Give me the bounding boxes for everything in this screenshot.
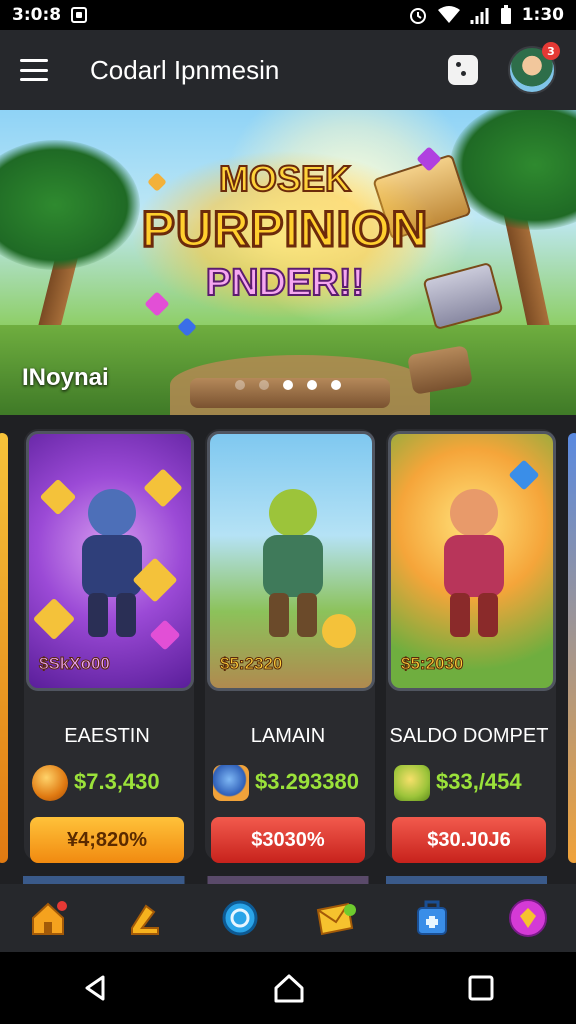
wifi-icon [437, 6, 460, 23]
next-card-edge[interactable] [568, 433, 576, 863]
carousel-dot[interactable] [235, 380, 245, 390]
character-illustration [74, 489, 150, 639]
card-artwork: $5:2030 [388, 431, 556, 691]
card-title: EAESTIN [64, 725, 150, 747]
notification-badge: 3 [542, 42, 560, 60]
game-card[interactable]: $5:2320 LAMAIN $3.293380 $3030% [205, 429, 375, 863]
card-art-price: $SkXo00 [39, 654, 111, 674]
carousel-dot[interactable] [259, 380, 269, 390]
banner-label: INoynai [22, 364, 109, 391]
card-amount: $3.293380 [255, 769, 359, 794]
banner-title-line3: PNDER!! [205, 261, 365, 305]
wallet-icon [394, 765, 430, 801]
game-card[interactable]: $SkXo00 EAESTIN $7.3,430 ¥4;820% [24, 429, 194, 863]
store-icon[interactable] [410, 896, 454, 940]
recents-icon[interactable] [467, 974, 495, 1002]
card-title: LAMAIN [250, 725, 326, 747]
system-navigation-bar [0, 952, 576, 1024]
status-bar: 3:0:8 1:30 [0, 0, 576, 30]
gem-icon [149, 619, 181, 651]
game-card-list: $SkXo00 EAESTIN $7.3,430 ¥4;820% $5:2320… [0, 415, 576, 885]
card-artwork: $5:2320 [207, 431, 375, 691]
home-button-icon[interactable] [272, 972, 306, 1004]
game-card[interactable]: $5:2030 SALDO DOMPET $33,/454 $30.J0J6 [386, 429, 556, 863]
app-title: Codarl Ipnmesin [90, 54, 280, 85]
card-action-button[interactable]: $3030% [211, 817, 365, 863]
compass-icon[interactable] [218, 896, 262, 940]
app-bar: Codarl Ipnmesin 3 [0, 30, 576, 110]
status-time: 3:0:8 [12, 5, 62, 25]
bag-icon[interactable] [448, 55, 478, 85]
banner-title-line1: MOSEK [218, 157, 352, 200]
mail-icon[interactable] [314, 896, 358, 940]
notification-icon [71, 7, 88, 23]
promo-banner[interactable]: MOSEK PURPINION PNDER!! INoynai [0, 110, 576, 415]
menu-icon[interactable] [20, 59, 48, 81]
carousel-dot[interactable] [331, 380, 341, 390]
home-icon[interactable] [26, 896, 70, 940]
puzzle-block-icon [32, 597, 76, 641]
card-artwork: $SkXo00 [26, 431, 194, 691]
card-amount: $33,/454 [436, 769, 522, 794]
alarm-icon [409, 8, 426, 24]
carousel-indicator [235, 380, 341, 390]
battery-icon [500, 5, 511, 24]
card-action-button[interactable]: ¥4;820% [30, 817, 184, 863]
signal-icon [470, 8, 489, 24]
bottom-navigation [0, 884, 576, 952]
card-art-price: $5:2030 [400, 654, 464, 674]
card-title: SALDO DOMPET [389, 725, 549, 747]
banner-title: MOSEK PURPINION PNDER!! [130, 150, 440, 320]
character-illustration [436, 489, 512, 639]
trophy-icon[interactable] [122, 896, 166, 940]
character-illustration [255, 489, 331, 639]
palm-leaves-left [0, 140, 140, 270]
card-art-price: $5:2320 [219, 654, 283, 674]
gem-icon[interactable] [506, 896, 550, 940]
gem-icon [508, 459, 540, 491]
back-icon[interactable] [81, 973, 111, 1003]
coin-icon [32, 765, 68, 801]
banner-title-line2: PURPINION [140, 200, 429, 259]
puzzle-block-icon [39, 478, 77, 516]
card-action-button[interactable]: $30.J0J6 [392, 817, 546, 863]
carousel-dot-active[interactable] [283, 380, 293, 390]
previous-card-edge[interactable] [0, 433, 8, 863]
card-amount: $7.3,430 [74, 769, 160, 794]
globe-icon [213, 765, 249, 801]
carousel-dot[interactable] [307, 380, 317, 390]
status-clock: 1:30 [521, 5, 564, 25]
avatar[interactable]: 3 [508, 42, 560, 94]
